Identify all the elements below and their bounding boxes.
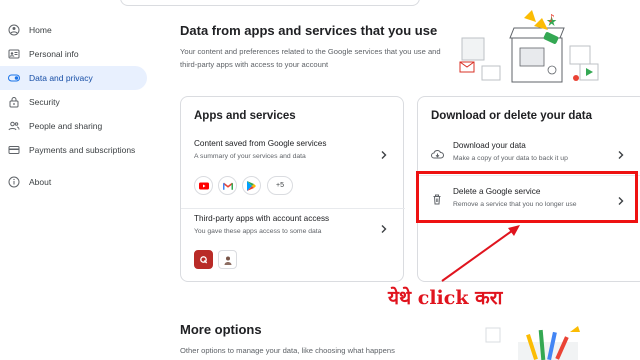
home-icon [8, 24, 20, 36]
sidebar-item-label: About [29, 177, 52, 187]
content-saved-desc: A summary of your services and data [194, 153, 306, 160]
sidebar-divider [0, 162, 150, 170]
data-box-illustration: ♪ [452, 8, 632, 88]
sidebar-item-people-and-sharing[interactable]: People and sharing [0, 114, 150, 138]
third-party-title: Third-party apps with account access [194, 214, 330, 223]
info-icon [8, 176, 20, 188]
svg-text:♪: ♪ [548, 12, 555, 25]
highlight-box [416, 171, 638, 223]
sidebar-item-payments[interactable]: Payments and subscriptions [0, 138, 150, 162]
sidebar-item-security[interactable]: Security [0, 90, 150, 114]
page-title: Data from apps and services that you use [180, 23, 438, 38]
quora-app-icon [194, 250, 213, 269]
search-bar[interactable] [120, 0, 420, 6]
gmail-icon [218, 176, 237, 195]
tools-illustration [478, 318, 598, 360]
chevron-right-icon [379, 147, 389, 159]
chevron-right-icon [616, 147, 626, 159]
content-saved-title: Content saved from Google services [194, 139, 327, 148]
third-party-desc: You gave these apps access to some data [194, 228, 322, 235]
play-store-icon [242, 176, 261, 195]
id-card-icon [8, 48, 20, 60]
sidebar-item-label: People and sharing [29, 121, 103, 131]
sidebar-nav: Home Personal info Data and privacy Secu… [0, 18, 150, 194]
chevron-right-icon [379, 221, 389, 233]
lock-icon [8, 96, 20, 108]
sidebar-item-about[interactable]: About [0, 170, 150, 194]
top-bar [0, 0, 640, 8]
apps-services-title: Apps and services [194, 110, 296, 122]
sidebar-item-personal-info[interactable]: Personal info [0, 42, 150, 66]
more-apps-chip[interactable]: +5 [267, 176, 293, 195]
download-delete-title: Download or delete your data [431, 110, 593, 122]
sidebar-item-label: Security [29, 97, 60, 107]
third-party-row[interactable]: Third-party apps with account access You… [194, 214, 394, 274]
download-data-row[interactable]: Download your data Make a copy of your d… [418, 135, 640, 171]
more-options-title: More options [180, 322, 262, 337]
apps-services-card: Apps and services Content saved from Goo… [180, 96, 405, 282]
third-party-app-icon [218, 250, 237, 269]
sidebar-item-label: Personal info [29, 49, 79, 59]
sidebar-item-label: Home [29, 25, 52, 35]
more-options-subtitle: Other options to manage your data, like … [180, 346, 395, 355]
sidebar-item-home[interactable]: Home [0, 18, 150, 42]
cloud-download-icon [431, 146, 444, 164]
download-data-title: Download your data [453, 141, 526, 150]
credit-card-icon [8, 144, 20, 156]
toggle-icon [8, 72, 20, 84]
youtube-icon [194, 176, 213, 195]
content-saved-row[interactable]: Content saved from Google services A sum… [194, 139, 394, 203]
people-icon [8, 120, 20, 132]
page-subtitle: Your content and preferences related to … [180, 47, 441, 69]
annotation-text: येथे click करा [388, 287, 503, 309]
card-divider [181, 208, 405, 209]
download-data-desc: Make a copy of your data to back it up [453, 155, 568, 162]
sidebar-item-label: Payments and subscriptions [29, 145, 136, 155]
sidebar-item-data-and-privacy[interactable]: Data and privacy [0, 66, 147, 90]
sidebar-item-label: Data and privacy [29, 73, 93, 83]
